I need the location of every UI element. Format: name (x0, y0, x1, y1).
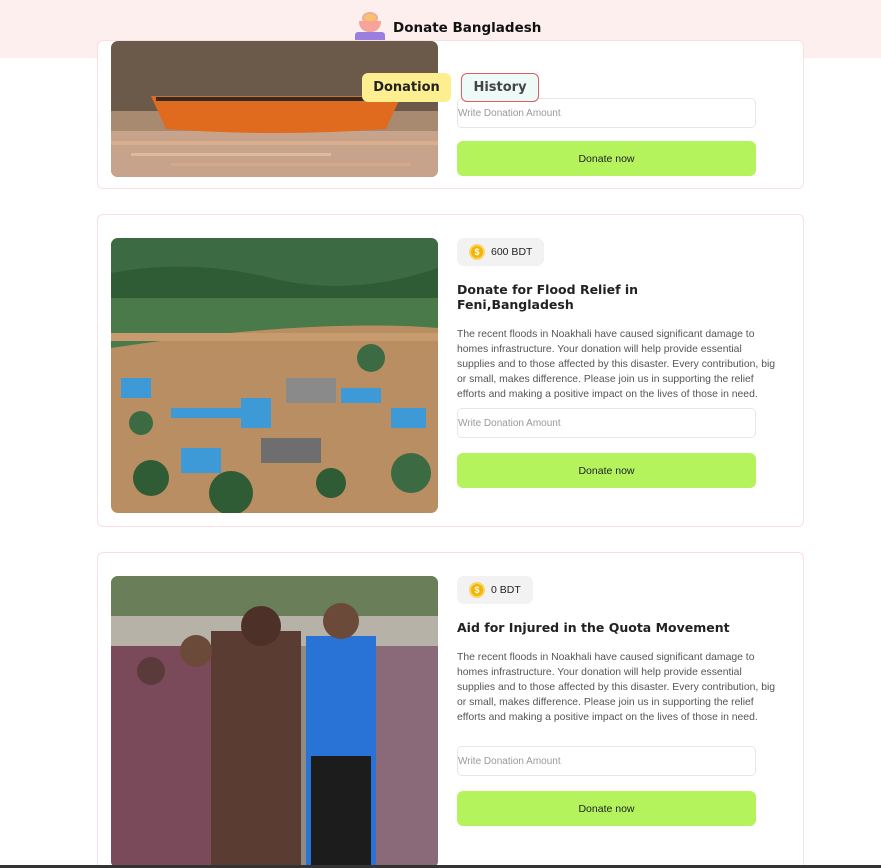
amount-badge: $ 600 BDT (457, 238, 545, 266)
card-image-flood (111, 238, 438, 513)
donation-card: $ 0 BDT Aid for Injured in the Quota Mov… (97, 552, 804, 868)
card-title: Donate for Flood Relief in Feni,Banglade… (457, 282, 639, 312)
coin-icon: $ (469, 582, 485, 598)
donation-amount-input[interactable] (457, 746, 756, 776)
donate-now-button[interactable]: Donate now (457, 791, 756, 826)
card-image-boat (111, 41, 438, 177)
amount-text: 0 BDT (491, 584, 521, 596)
card-description: The recent floods in Noakhali have cause… (457, 652, 776, 723)
amount-badge: $ 0 BDT (457, 576, 533, 604)
tab-history[interactable]: History (461, 73, 539, 102)
app-title: Donate Bangladesh (393, 20, 542, 36)
donate-now-button[interactable]: Donate now (457, 141, 756, 176)
card-description: The recent floods in Noakhali have cause… (457, 329, 776, 400)
donate-now-button[interactable]: Donate now (457, 453, 756, 488)
amount-text: 600 BDT (491, 246, 533, 258)
coin-icon: $ (469, 244, 485, 260)
donation-amount-input[interactable] (457, 408, 756, 438)
view-tabs: Donation History (362, 73, 539, 102)
donation-card: Donate now (97, 40, 804, 189)
card-title: Aid for Injured in the Quota Movement (457, 620, 730, 635)
card-image-protest (111, 576, 438, 868)
donation-amount-input[interactable] (457, 98, 756, 128)
donation-card: $ 600 BDT Donate for Flood Relief in Fen… (97, 214, 804, 527)
tab-donation[interactable]: Donation (362, 73, 451, 102)
